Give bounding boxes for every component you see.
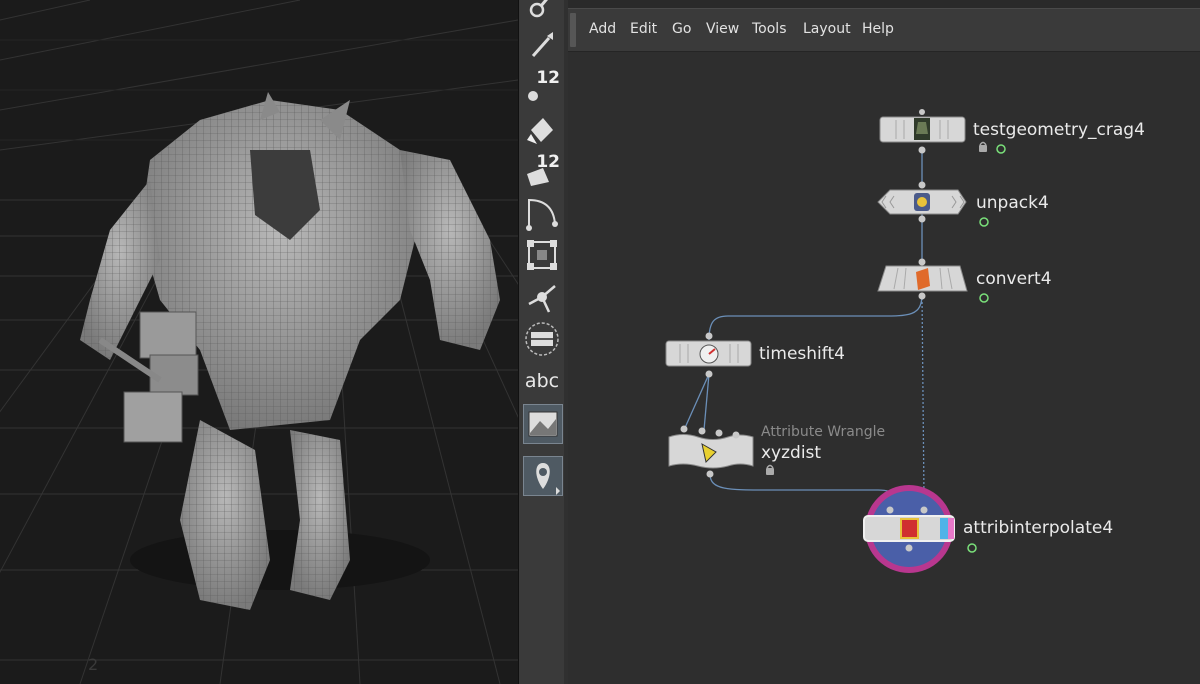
node-unpack4[interactable]	[877, 181, 967, 223]
node-xyzdist[interactable]	[668, 425, 754, 478]
menu-view[interactable]: View	[706, 21, 739, 37]
render-flag-icon	[996, 144, 1006, 154]
plane-icon[interactable]	[523, 320, 561, 358]
curve-tool-icon[interactable]	[523, 194, 561, 232]
node-label-unpack: unpack4	[976, 193, 1049, 213]
menu-add[interactable]: Add	[589, 21, 616, 37]
node-testgeometry-crag4[interactable]	[879, 109, 966, 154]
node-label-timeshift: timeshift4	[759, 344, 845, 364]
attribinterpolate-icon	[900, 518, 919, 539]
tool-shelf: 12 12 abc	[518, 0, 566, 684]
axis-marker: 2	[88, 655, 98, 674]
network-editor[interactable]: testgeometry_crag4 unpack4 convert4 time…	[568, 0, 1200, 684]
network-menubar: Add Edit Go View Tools Layout Help	[568, 8, 1200, 52]
menu-edit[interactable]: Edit	[630, 21, 657, 37]
menu-help[interactable]: Help	[862, 21, 894, 37]
stamp-tool-icon[interactable]: 12	[523, 152, 561, 190]
image-plane-icon[interactable]	[523, 404, 563, 444]
node-attribinterpolate4[interactable]	[863, 485, 955, 573]
display-flag[interactable]	[940, 518, 948, 539]
crag-character-model[interactable]	[80, 92, 500, 610]
render-flag-icon	[979, 293, 989, 303]
menu-tools[interactable]: Tools	[752, 21, 787, 37]
node-label-xyzdist: xyzdist	[761, 443, 822, 463]
template-flag[interactable]	[948, 518, 954, 539]
scene-viewport[interactable]: 2	[0, 0, 518, 684]
render-flag-icon	[967, 543, 977, 553]
viewport-canvas[interactable]: 2	[0, 0, 518, 684]
wire-convert-attribinterpolate	[921, 293, 925, 499]
text-tool-icon[interactable]: abc	[523, 362, 561, 400]
node-convert4[interactable]	[877, 258, 968, 300]
node-timeshift4[interactable]	[665, 332, 752, 378]
network-canvas[interactable]	[568, 0, 1200, 684]
node-comment-wrangle: Attribute Wrangle	[761, 424, 886, 440]
text-tool-label: abc	[524, 370, 560, 392]
menu-go[interactable]: Go	[672, 21, 691, 37]
sculpt-count-icon[interactable]: 12	[523, 68, 561, 106]
render-flag-icon	[979, 217, 989, 227]
wire-convert-timeshift	[708, 293, 923, 341]
menu-layout[interactable]: Layout	[803, 21, 851, 37]
pose-brush-icon[interactable]	[523, 0, 561, 24]
node-label-convert: convert4	[976, 269, 1052, 289]
brush-tool-icon[interactable]	[523, 26, 561, 64]
paint-bucket-icon[interactable]	[523, 110, 561, 148]
node-label-testgeometry: testgeometry_crag4	[973, 120, 1145, 140]
sculpt-count-badge: 12	[536, 68, 560, 88]
pane-tab-strip	[568, 0, 1200, 8]
stamp-count-badge: 12	[536, 152, 560, 172]
menubar-grip[interactable]	[570, 13, 576, 47]
node-label-attribinterpolate: attribinterpolate4	[963, 518, 1114, 538]
lock-icon	[766, 468, 774, 475]
lock-icon	[979, 145, 987, 152]
handle-tool-icon[interactable]	[523, 278, 561, 316]
lattice-icon[interactable]	[523, 236, 561, 274]
pin-tool-icon[interactable]	[523, 456, 563, 496]
